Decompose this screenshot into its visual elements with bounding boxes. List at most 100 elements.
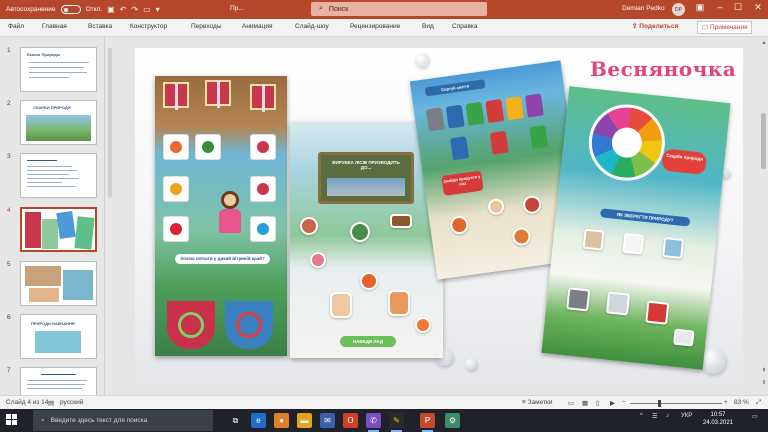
recycling-bin-icon	[489, 130, 509, 155]
bottle-icon	[605, 291, 631, 316]
prev-slide-icon[interactable]: ⇞	[760, 367, 768, 374]
sticker-icon	[310, 252, 326, 268]
slideshow-view-icon[interactable]: ▶	[610, 399, 615, 407]
tree-icon	[195, 134, 221, 160]
tab-insert[interactable]: Вставка	[88, 23, 112, 30]
reading-view-icon[interactable]: ▯	[596, 399, 600, 407]
taskbar-clock[interactable]: 10:57 24.03.2021	[703, 411, 733, 427]
search-input[interactable]: Поиск	[329, 6, 348, 13]
photo-game-board-1[interactable]: Хочеш поїхати у дикий вітряній край?	[155, 76, 287, 356]
sticky-notes-icon[interactable]: ✎	[389, 413, 404, 432]
recycling-bin-icon	[485, 99, 505, 124]
tab-design[interactable]: Конструктор	[130, 23, 167, 30]
slide-number: 7	[7, 367, 11, 374]
close-icon[interactable]: ✕	[748, 2, 768, 13]
normal-view-icon[interactable]: ▭	[568, 399, 574, 407]
proofing-icon[interactable]: ▤	[48, 399, 54, 407]
slide-canvas[interactable]: Весняночка Хочеш поїхати у дикий вітряні…	[135, 48, 743, 386]
zoom-level[interactable]: 83 %	[734, 399, 749, 406]
maximize-icon[interactable]: ☐	[728, 2, 748, 13]
scrollbar-thumb[interactable]	[761, 113, 766, 169]
notifications-icon[interactable]: ▭	[752, 413, 758, 420]
minimize-icon[interactable]: –	[710, 2, 730, 12]
sticker-icon	[300, 217, 318, 235]
bag-icon	[582, 228, 605, 251]
slide-number: 5	[7, 261, 11, 268]
mail-icon[interactable]: ✉	[320, 413, 335, 428]
tab-transitions[interactable]: Переходы	[191, 23, 222, 30]
tab-review[interactable]: Рецензирование	[350, 23, 400, 30]
tab-file[interactable]: Файл	[8, 23, 24, 30]
zoom-slider[interactable]	[630, 403, 722, 404]
scroll-up-icon[interactable]: ▴	[760, 39, 768, 46]
windows-start-icon[interactable]	[6, 414, 18, 426]
file-explorer-icon[interactable]: ▬	[297, 413, 312, 428]
save-icon[interactable]: ▣	[107, 5, 115, 14]
search-box[interactable]: ⌕ Поиск	[311, 2, 487, 16]
notes-button[interactable]: ≡ Заметки	[522, 399, 552, 406]
sorter-view-icon[interactable]: ▦	[582, 399, 588, 407]
ribbon-display-icon[interactable]: ▣	[690, 2, 710, 13]
zoom-out-icon[interactable]: −	[622, 399, 626, 406]
taskbar-search[interactable]: ⌕ Введите здесь текст для поиска	[33, 410, 213, 431]
task-view-icon[interactable]: ⧉	[228, 413, 243, 428]
thumbnail-image: СКАРБИ ПРИРОДИ	[20, 100, 97, 145]
autosave-toggle[interactable]	[60, 5, 81, 14]
tab-view[interactable]: Вид	[422, 23, 434, 30]
title-bar: Автосохранение Откл. ▣ ↶ ↷ ▭ ▾ Пр... ⌕ П…	[0, 0, 768, 19]
slide-number: 6	[7, 314, 11, 321]
volume-icon[interactable]: ♪	[666, 413, 669, 419]
zoom-slider-handle[interactable]	[657, 400, 661, 407]
slide-number: 3	[7, 153, 11, 160]
more-commands-icon[interactable]: ▾	[156, 5, 160, 14]
language-indicator[interactable]: русский	[60, 399, 83, 406]
slide-number: 4	[7, 207, 11, 214]
slide-thumbnails-panel: 1 Еколог Природы 2 СКАРБИ ПРИРОДИ 3 4 5 …	[0, 37, 105, 395]
leaf-icon	[163, 216, 189, 242]
thumbnail-image: ПРИРОДИ НАВЧАННЯ	[20, 314, 97, 359]
avatar[interactable]: DP	[672, 3, 685, 16]
no-plastic-icon	[622, 232, 645, 255]
share-label: Поделиться	[639, 23, 679, 30]
quick-access-toolbar: Автосохранение Откл. ▣ ↶ ↷ ▭ ▾	[0, 5, 230, 14]
thumbnail-image	[20, 261, 97, 306]
recycling-bin-icon	[425, 107, 445, 132]
photo-game-board-4[interactable]: Скарби природи ЯК ЗБЕРЕГТИ ПРИРОДУ?	[541, 86, 731, 370]
thumbnail-title: Еколог Природы	[27, 52, 61, 57]
app-icon[interactable]: ⚙	[445, 413, 460, 428]
network-icon[interactable]: ☰	[652, 413, 657, 420]
tray-expand-icon[interactable]: ^	[640, 413, 643, 419]
thumbnail-title: СКАРБИ ПРИРОДИ	[33, 105, 71, 110]
edge-icon[interactable]: e	[251, 413, 266, 428]
document-title: Пр...	[230, 5, 244, 12]
comments-button[interactable]: ▢ Примечания	[697, 21, 753, 34]
thumbnail-image	[20, 367, 97, 395]
undo-icon[interactable]: ↶	[120, 5, 127, 14]
share-button[interactable]: ⇪ Поделиться	[632, 22, 678, 34]
keyboard-language[interactable]: УКР	[681, 413, 692, 419]
thumbnail-image	[20, 153, 97, 198]
powerpoint-icon[interactable]: P	[420, 413, 435, 432]
log-icon	[390, 214, 412, 228]
opera-icon[interactable]: O	[343, 413, 358, 428]
tab-animations[interactable]: Анимация	[242, 23, 273, 30]
redo-icon[interactable]: ↷	[131, 5, 138, 14]
fit-to-window-icon[interactable]: ⤢	[756, 399, 761, 407]
next-slide-icon[interactable]: ⇟	[760, 379, 768, 386]
taskbar-search-input[interactable]: Введите здесь текст для поиска	[51, 417, 148, 424]
tab-help[interactable]: Справка	[452, 23, 478, 30]
tab-slideshow[interactable]: Слайд-шоу	[295, 23, 329, 30]
kid-figure-icon	[388, 290, 410, 316]
slide-scrollbar[interactable]: ▴ ⇞ ⇟	[760, 37, 768, 395]
board-cloud: Скарби природи	[661, 148, 708, 175]
notes-label: Заметки	[527, 399, 553, 406]
user-name[interactable]: Demian Pedko	[622, 5, 665, 12]
tab-home[interactable]: Главная	[42, 23, 67, 30]
firefox-icon[interactable]: ●	[274, 413, 289, 428]
thumbnails-scrollbar[interactable]	[108, 48, 112, 198]
zoom-in-icon[interactable]: +	[724, 399, 728, 406]
present-icon[interactable]: ▭	[143, 5, 151, 14]
brand-logo: Весняночка	[590, 57, 737, 81]
viber-icon[interactable]: ✆	[366, 413, 381, 432]
thumbnail-image: Еколог Природы	[20, 47, 97, 92]
